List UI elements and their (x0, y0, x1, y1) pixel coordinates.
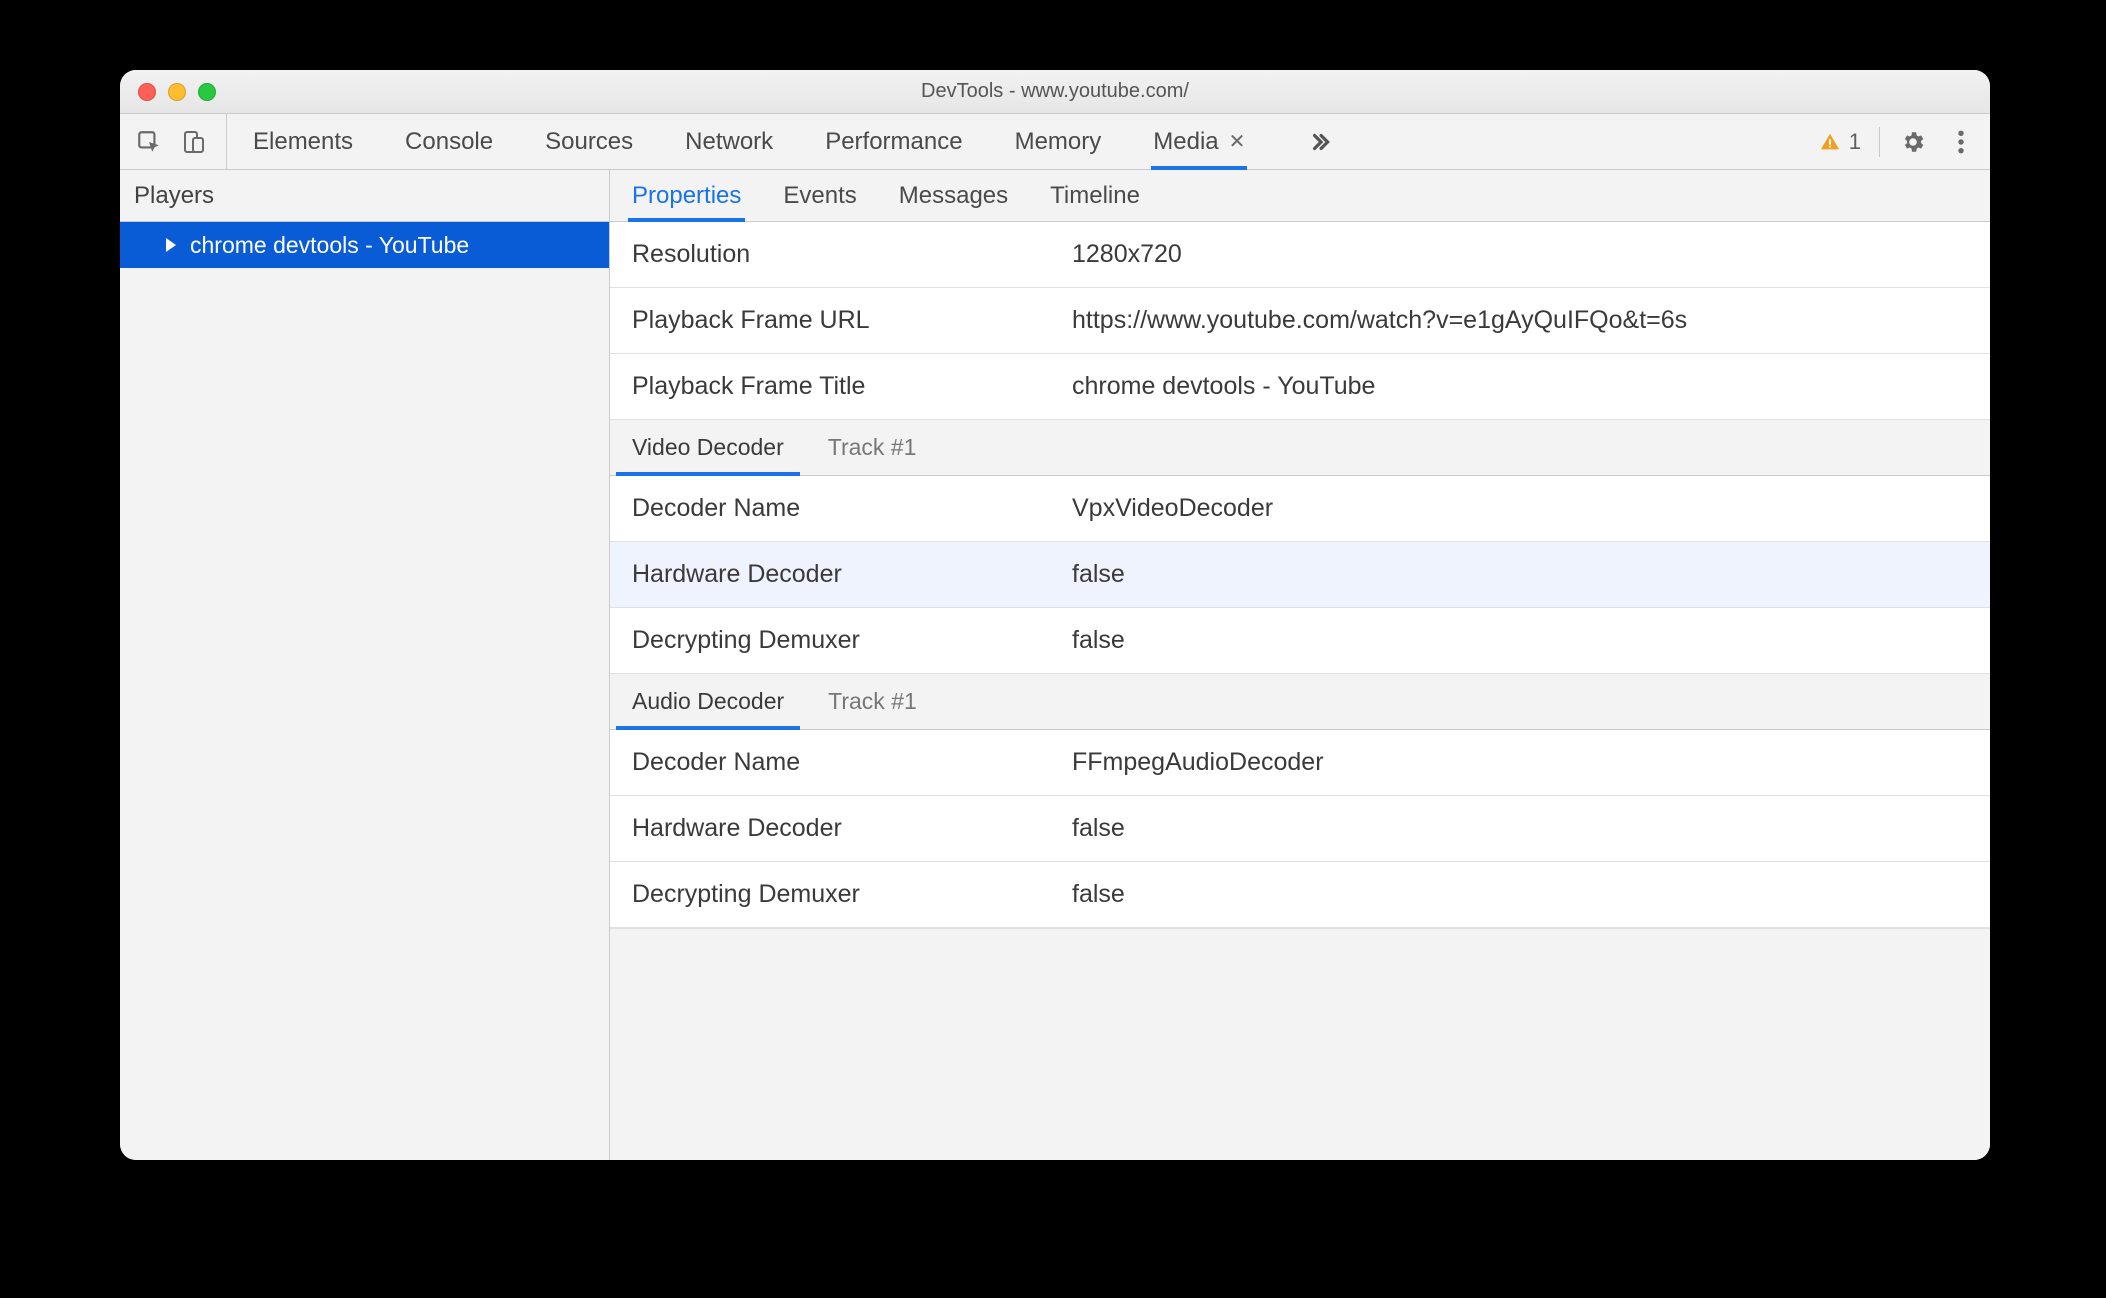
prop-value: 1280x720 (1072, 240, 1968, 269)
blank-footer (610, 928, 1990, 1160)
table-row: Decoder Name VpxVideoDecoder (610, 476, 1990, 542)
video-decoder-section: Video Decoder Track #1 (610, 420, 1990, 476)
prop-value: FFmpegAudioDecoder (1072, 748, 1968, 777)
prop-value: false (1072, 560, 1968, 589)
issues-count: 1 (1849, 129, 1861, 155)
prop-value: chrome devtools - YouTube (1072, 372, 1968, 401)
tab-elements[interactable]: Elements (253, 114, 353, 169)
table-row: Resolution 1280x720 (610, 222, 1990, 288)
subtab-events[interactable]: Events (783, 170, 856, 221)
prop-table-audio: Decoder Name FFmpegAudioDecoder Hardware… (610, 730, 1990, 928)
prop-label: Playback Frame URL (632, 306, 1072, 335)
prop-value: false (1072, 814, 1968, 843)
tab-memory[interactable]: Memory (1015, 114, 1102, 169)
media-details-pane: Properties Events Messages Timeline Reso… (610, 170, 1990, 1160)
device-toolbar-icon[interactable] (178, 127, 208, 157)
tab-sources[interactable]: Sources (545, 114, 633, 169)
prop-value: https://www.youtube.com/watch?v=e1gAyQuI… (1072, 306, 1968, 335)
table-row: Decoder Name FFmpegAudioDecoder (610, 730, 1990, 796)
devtools-toolbar: Elements Console Sources Network Perform… (120, 114, 1990, 170)
panel-body: Players chrome devtools - YouTube Proper… (120, 170, 1990, 1160)
prop-label: Decrypting Demuxer (632, 626, 1072, 655)
prop-label: Decoder Name (632, 494, 1072, 523)
prop-label: Decrypting Demuxer (632, 880, 1072, 909)
prop-label: Hardware Decoder (632, 814, 1072, 843)
panel-tabs: Elements Console Sources Network Perform… (253, 114, 1801, 169)
players-pane: Players chrome devtools - YouTube (120, 170, 610, 1160)
table-row: Playback Frame URL https://www.youtube.c… (610, 288, 1990, 354)
video-decoder-tab[interactable]: Video Decoder (610, 420, 806, 475)
devtools-window: DevTools - www.youtube.com/ Elements Con… (120, 70, 1990, 1160)
prop-label: Hardware Decoder (632, 560, 1072, 589)
prop-label: Playback Frame Title (632, 372, 1072, 401)
video-decoder-track[interactable]: Track #1 (806, 420, 939, 475)
audio-decoder-section: Audio Decoder Track #1 (610, 674, 1990, 730)
tab-media[interactable]: Media ✕ (1153, 114, 1245, 169)
media-subtabs: Properties Events Messages Timeline (610, 170, 1990, 222)
player-item-label: chrome devtools - YouTube (190, 232, 469, 259)
tab-network[interactable]: Network (685, 114, 773, 169)
properties-panel: Resolution 1280x720 Playback Frame URL h… (610, 222, 1990, 1160)
subtab-properties[interactable]: Properties (632, 170, 741, 221)
issues-button[interactable]: 1 (1819, 129, 1861, 155)
player-list-item[interactable]: chrome devtools - YouTube (120, 222, 609, 268)
more-tabs-icon[interactable] (1307, 114, 1333, 169)
subtab-messages[interactable]: Messages (899, 170, 1008, 221)
toolbar-right-controls: 1 (1801, 114, 1976, 169)
table-row: Playback Frame Title chrome devtools - Y… (610, 354, 1990, 420)
more-options-icon[interactable] (1946, 127, 1976, 157)
window-title: DevTools - www.youtube.com/ (120, 80, 1990, 103)
prop-table-video: Decoder Name VpxVideoDecoder Hardware De… (610, 476, 1990, 674)
table-row: Hardware Decoder false (610, 796, 1990, 862)
tab-close-icon[interactable]: ✕ (1229, 129, 1246, 154)
settings-icon[interactable] (1898, 127, 1928, 157)
tab-media-label: Media (1153, 128, 1218, 156)
table-row: Decrypting Demuxer false (610, 608, 1990, 674)
prop-label: Decoder Name (632, 748, 1072, 777)
prop-label: Resolution (632, 240, 1072, 269)
toolbar-separator (1879, 127, 1880, 157)
window-titlebar: DevTools - www.youtube.com/ (120, 70, 1990, 114)
players-header: Players (120, 170, 609, 222)
table-row: Hardware Decoder false (610, 542, 1990, 608)
audio-decoder-tab[interactable]: Audio Decoder (610, 674, 806, 729)
prop-value: false (1072, 626, 1968, 655)
prop-value: false (1072, 880, 1968, 909)
tab-performance[interactable]: Performance (825, 114, 962, 169)
prop-value: VpxVideoDecoder (1072, 494, 1968, 523)
inspect-element-icon[interactable] (134, 127, 164, 157)
play-triangle-icon (166, 238, 176, 252)
tab-console[interactable]: Console (405, 114, 493, 169)
table-row: Decrypting Demuxer false (610, 862, 1990, 928)
toolbar-left-controls (134, 114, 227, 169)
prop-table-top: Resolution 1280x720 Playback Frame URL h… (610, 222, 1990, 420)
subtab-timeline[interactable]: Timeline (1050, 170, 1140, 221)
audio-decoder-track[interactable]: Track #1 (806, 674, 939, 729)
